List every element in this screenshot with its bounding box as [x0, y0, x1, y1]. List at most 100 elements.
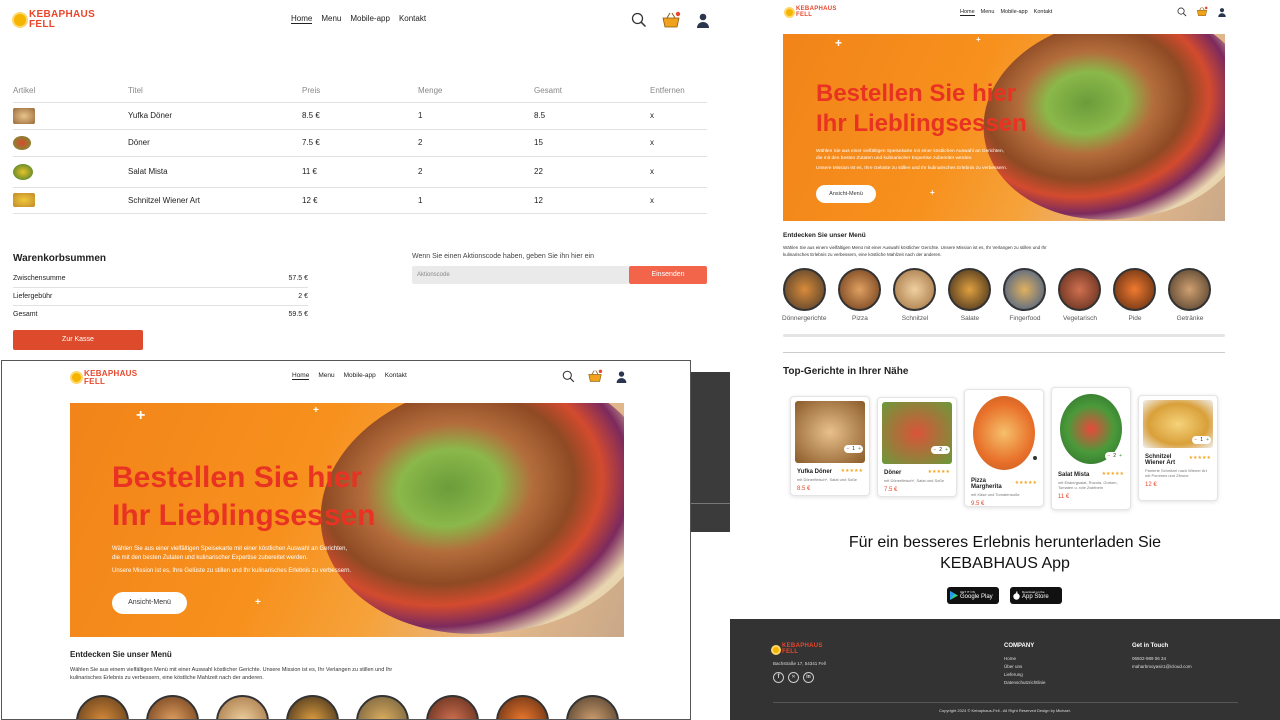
linkedin-icon[interactable]: in — [803, 672, 814, 683]
checkout-button[interactable]: Zur Kasse — [13, 330, 143, 350]
nav-contact[interactable]: Kontakt — [399, 14, 426, 24]
plus-button[interactable]: + — [1119, 453, 1122, 459]
promo-submit-button[interactable]: Einsenden — [629, 266, 707, 284]
category-pide-image[interactable] — [496, 695, 549, 719]
qty-stepper[interactable]: − 2 + — [1105, 452, 1124, 460]
item-price: 11 € — [302, 167, 317, 176]
category-salate-image[interactable] — [286, 695, 339, 719]
search-icon[interactable] — [631, 12, 647, 28]
qty-stepper[interactable]: − 2 + — [931, 446, 950, 454]
nav-home[interactable]: Home — [291, 14, 313, 24]
category-getraenke-image[interactable] — [566, 695, 619, 719]
col-titel: Titel — [128, 86, 143, 96]
dish-name: Schnitzel Wiener Art — [1145, 454, 1176, 466]
category-vegetarisch[interactable]: Vegetarisch — [1058, 268, 1102, 322]
plus-button[interactable]: + — [858, 446, 861, 452]
delivery-label: Liefergebühr — [13, 293, 53, 300]
user-icon[interactable] — [1217, 7, 1227, 17]
remove-button[interactable]: x — [650, 156, 707, 187]
nav-mobile-app[interactable]: Mobile-app — [344, 372, 376, 380]
nav-mobile-app[interactable]: Mobile-app — [350, 14, 390, 24]
category-pizza-image[interactable] — [146, 695, 199, 719]
touch-info: 06502-989 06 34 maharbmoyasir1@icloud.co… — [1132, 655, 1192, 671]
dish-card[interactable]: − 2 + Döner ★★★★★ mit Dönerfleisch*, Sal… — [877, 397, 957, 497]
nav-menu[interactable]: Menu — [321, 14, 341, 24]
category-pide[interactable]: Pide — [1113, 268, 1157, 322]
nav-home[interactable]: Home — [960, 9, 975, 16]
facebook-icon[interactable]: f — [773, 672, 784, 683]
top-dishes-title: Top-Gerichte in Ihrer Nähe — [783, 366, 909, 377]
view-menu-button[interactable]: Ansicht-Menü — [112, 592, 187, 614]
divider — [690, 503, 730, 504]
dish-image — [973, 396, 1035, 470]
hero-title-line1: Bestellen Sie hier — [112, 461, 363, 494]
category-schnitzel[interactable]: Schnitzel — [893, 268, 937, 322]
qty-stepper[interactable]: − 1 + — [844, 445, 863, 453]
twitter-icon[interactable]: ✕ — [788, 672, 799, 683]
nav-menu[interactable]: Menu — [318, 372, 334, 380]
dish-card[interactable]: − 2 + Salat Mista ★★★★★ mit Eisbergsalat… — [1051, 387, 1131, 510]
category-vegetarisch-image[interactable] — [426, 695, 479, 719]
category-pizza[interactable]: Pizza — [838, 268, 882, 322]
category-image — [948, 268, 992, 311]
view-menu-button[interactable]: Ansicht-Menü — [816, 185, 876, 203]
category-fingerfood[interactable]: Fingerfood — [1003, 268, 1047, 322]
search-icon[interactable] — [1177, 7, 1187, 17]
dish-card[interactable]: Pizza Margherita ★★★★★ mit Käse und Toma… — [964, 389, 1044, 507]
item-thumbnail — [13, 163, 33, 180]
basket-icon[interactable] — [661, 11, 681, 29]
footer-link-about[interactable]: Über uns — [1004, 663, 1046, 671]
nav-contact[interactable]: Kontakt — [385, 372, 407, 380]
col-artikel: Artikel — [13, 86, 36, 96]
nav-mobile-app[interactable]: Mobile-app — [1000, 9, 1027, 16]
category-doenergerichte[interactable]: Dönnergerichte — [782, 268, 826, 322]
dish-card[interactable]: − 1 + Schnitzel Wiener Art ★★★★★ Paniert… — [1138, 395, 1218, 501]
qty-stepper[interactable]: − 1 + — [1192, 436, 1211, 444]
category-getraenke[interactable]: Getränke — [1168, 268, 1212, 322]
plus-button[interactable]: + — [945, 447, 948, 453]
add-dot[interactable] — [1033, 456, 1037, 460]
brand-logo[interactable]: KEBAPHAUS FELL — [786, 6, 837, 18]
minus-button[interactable]: − — [933, 447, 936, 453]
main-nav: Home Menu Mobile-app Kontakt — [960, 9, 1052, 16]
nav-home[interactable]: Home — [292, 372, 310, 380]
remove-button[interactable]: x — [650, 187, 707, 213]
category-label: Pide — [1128, 315, 1142, 322]
app-store-button[interactable]: Download on the App Store — [1010, 587, 1062, 604]
plus-button[interactable]: + — [1206, 437, 1209, 443]
qty-value: 2 — [939, 447, 943, 453]
footer-link-delivery[interactable]: Lieferung — [1004, 671, 1046, 679]
promo-input[interactable]: Aktionscode — [412, 266, 629, 284]
nav-menu[interactable]: Menu — [981, 9, 995, 16]
category-schnitzel-image[interactable] — [216, 695, 269, 719]
basket-icon[interactable] — [1196, 6, 1208, 17]
user-icon[interactable] — [695, 12, 711, 28]
brand-logo[interactable]: KEBAPHAUS FELL — [72, 370, 137, 385]
category-doener-image[interactable] — [76, 695, 129, 719]
brand-line2: FELL — [782, 648, 799, 655]
footer-phone[interactable]: 06502-989 06 34 — [1132, 655, 1192, 663]
category-scrollbar[interactable] — [783, 334, 1225, 337]
minus-button[interactable]: − — [846, 446, 849, 452]
category-fingerfood-image[interactable] — [356, 695, 409, 719]
minus-button[interactable]: − — [1194, 437, 1197, 443]
user-icon[interactable] — [615, 370, 628, 383]
nav-contact[interactable]: Kontakt — [1034, 9, 1053, 16]
plus-decoration: + — [136, 407, 146, 424]
minus-button[interactable]: − — [1107, 453, 1110, 459]
basket-icon[interactable] — [587, 369, 603, 383]
footer-email[interactable]: maharbmoyasir1@icloud.com — [1132, 663, 1192, 671]
category-row: Dönnergerichte Pizza Schnitzel Salate Fi… — [782, 268, 1212, 322]
brand-logo[interactable]: KEBAPHAUS FELL — [14, 10, 95, 29]
google-play-button[interactable]: GET IT ON Google Play — [947, 587, 999, 604]
category-salate[interactable]: Salate — [948, 268, 992, 322]
dish-card[interactable]: − 1 + Yufka Döner ★★★★★ mit Dönerfleisch… — [790, 396, 870, 496]
footer-link-home[interactable]: Home — [1004, 655, 1046, 663]
search-icon[interactable] — [562, 370, 575, 383]
item-qty: 2 — [418, 167, 423, 176]
footer-logo[interactable]: KEBAPHAUS FELL — [773, 643, 823, 655]
footer-link-privacy[interactable]: Datenschutzrichtlinie — [1004, 679, 1046, 687]
remove-button[interactable]: x — [650, 129, 707, 156]
item-thumbnail — [13, 135, 31, 150]
remove-button[interactable]: x — [650, 102, 707, 129]
